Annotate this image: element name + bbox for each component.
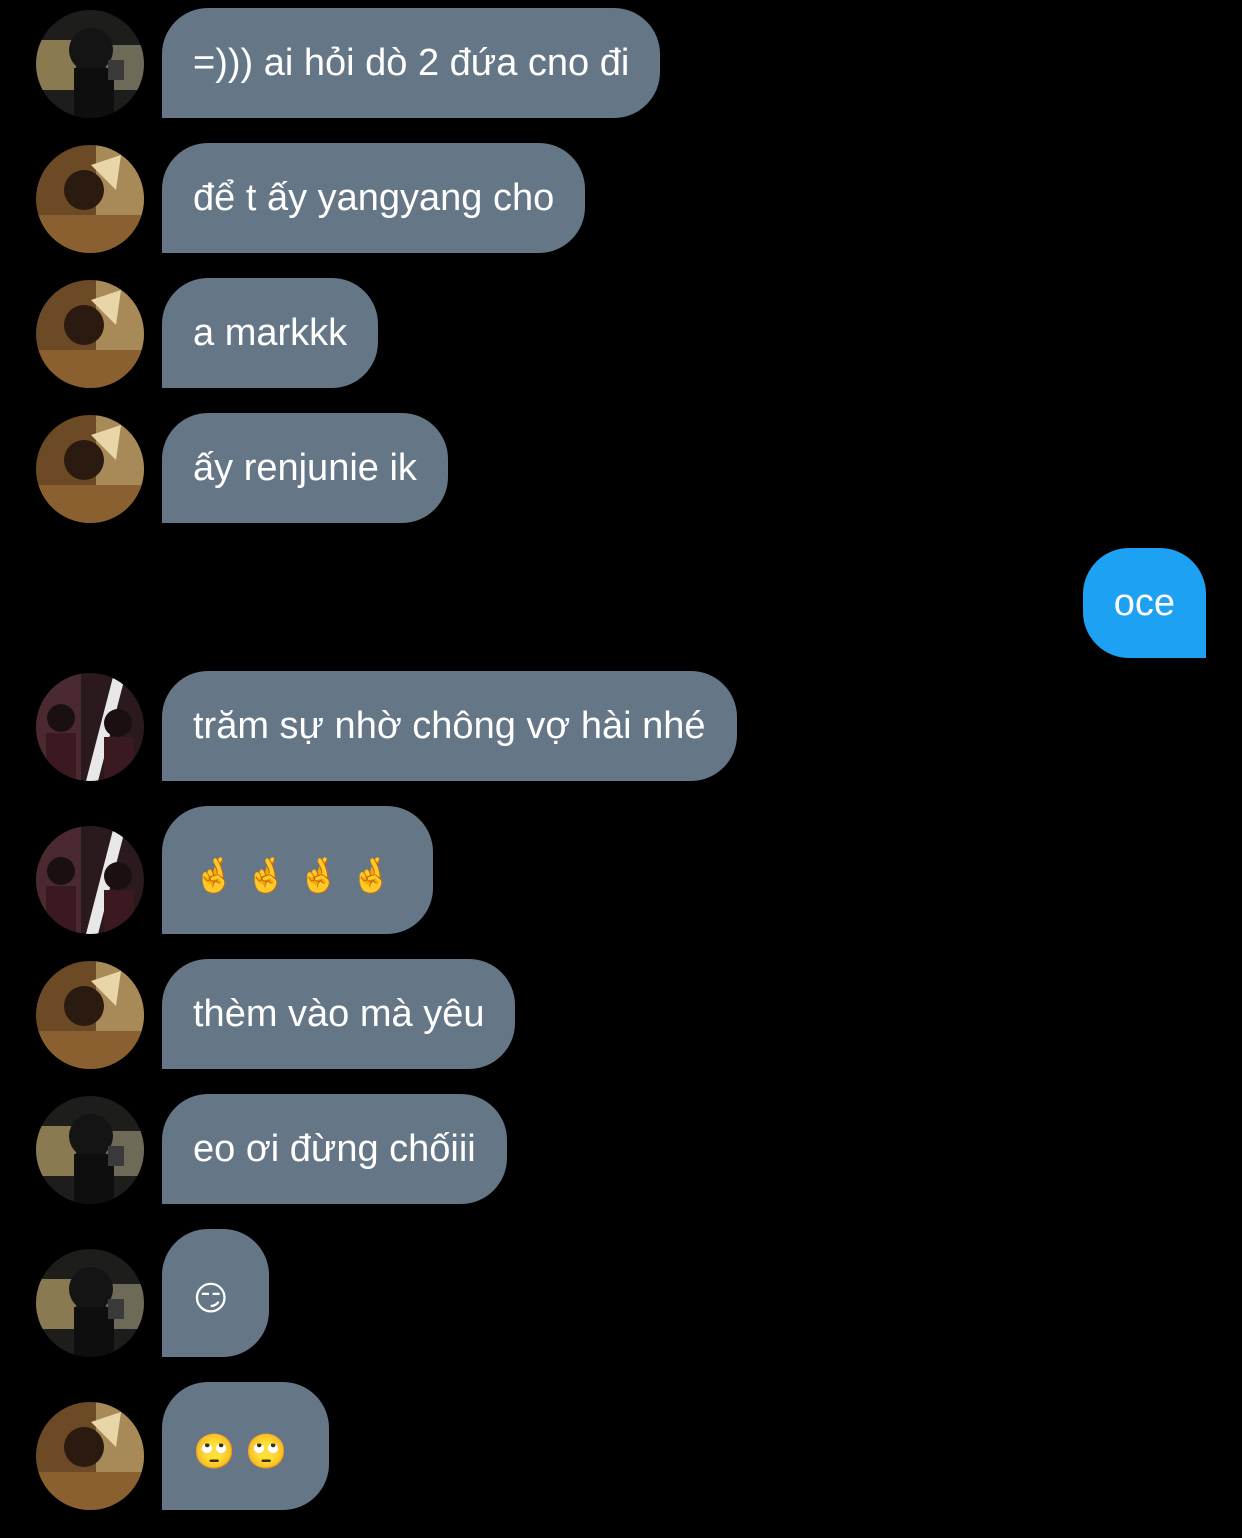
avatar[interactable] [36, 1402, 144, 1510]
avatar[interactable] [36, 1096, 144, 1204]
message-bubble-incoming[interactable]: trăm sự nhờ chông vợ hài nhé [162, 671, 737, 781]
avatar[interactable] [36, 145, 144, 253]
avatar-photo-icon [36, 280, 144, 388]
avatar-photo-icon [36, 673, 144, 781]
avatar-photo-icon [36, 415, 144, 523]
message-bubble-outgoing[interactable]: oce [1082, 548, 1206, 658]
avatar-photo-icon [36, 961, 144, 1069]
message-bubble-incoming[interactable]: eo ơi đừng chốiii [162, 1094, 507, 1204]
message-bubble-incoming[interactable]: a markkk [162, 278, 379, 388]
message-bubble-incoming[interactable]: =))) ai hỏi dò 2 đứa cno đi [162, 8, 661, 118]
avatar[interactable] [36, 1249, 144, 1357]
message-bubble-incoming[interactable]: 😏 [162, 1229, 270, 1357]
avatar[interactable] [36, 415, 144, 523]
avatar[interactable] [36, 10, 144, 118]
avatar-photo-icon [36, 1402, 144, 1510]
avatar[interactable] [36, 826, 144, 934]
message-bubble-incoming[interactable]: 🙄🙄 [162, 1382, 329, 1510]
avatar[interactable] [36, 673, 144, 781]
message-bubble-incoming[interactable]: thèm vào mà yêu [162, 959, 516, 1069]
avatar[interactable] [36, 280, 144, 388]
message-bubble-incoming[interactable]: để t ấy yangyang cho [162, 143, 586, 253]
avatar-photo-icon [36, 826, 144, 934]
message-bubble-incoming[interactable]: 🤞🤞🤞🤞 [162, 806, 434, 934]
avatar-photo-icon [36, 1096, 144, 1204]
avatar-photo-icon [36, 1249, 144, 1357]
message-bubble-incoming[interactable]: ấy renjunie ik [162, 413, 448, 523]
avatar-photo-icon [36, 10, 144, 118]
avatar[interactable] [36, 961, 144, 1069]
avatar-photo-icon [36, 145, 144, 253]
